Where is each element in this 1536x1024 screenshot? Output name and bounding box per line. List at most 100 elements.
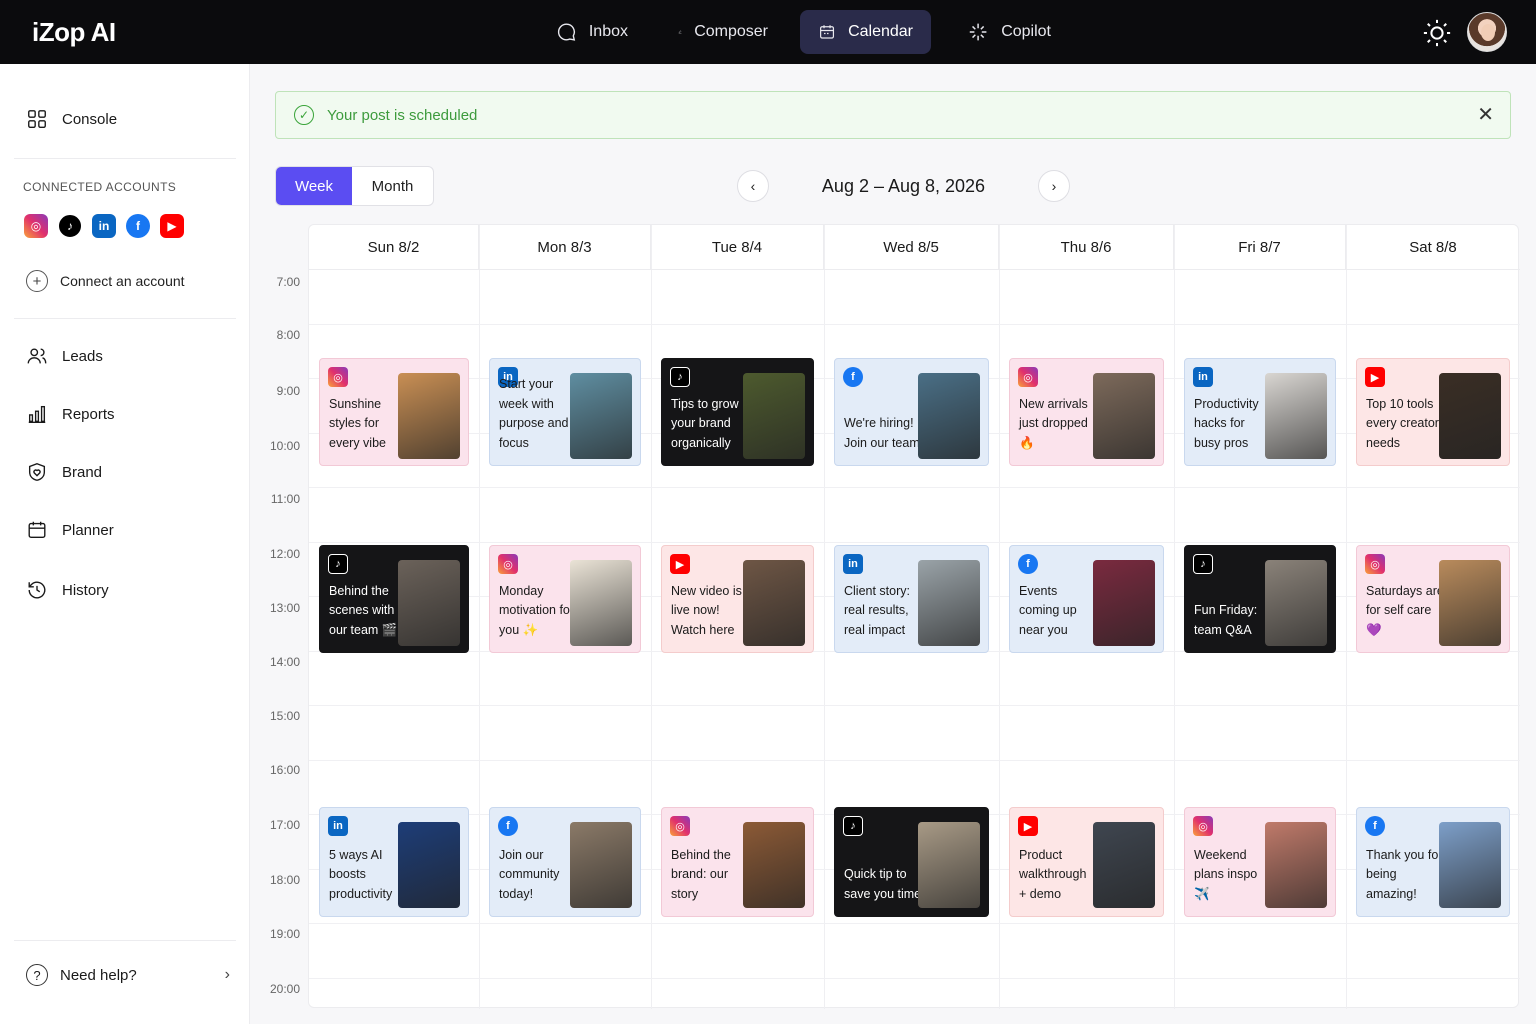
user-avatar[interactable] xyxy=(1467,12,1507,52)
post-caption: Quick tip to save you time xyxy=(844,867,922,901)
tiktok-icon[interactable]: ♪ xyxy=(58,214,82,238)
hour-line xyxy=(309,487,1520,488)
scheduled-banner: ✓ Your post is scheduled ✕ xyxy=(275,91,1511,139)
close-icon[interactable]: ✕ xyxy=(1477,105,1494,125)
scheduled-post-card[interactable]: ◎ Sunshine styles for every vibe xyxy=(319,358,469,466)
linkedin-icon: in xyxy=(328,816,348,836)
time-label: 7:00 xyxy=(276,275,300,289)
scheduled-post-card[interactable]: f Thank you for being amazing! xyxy=(1356,807,1510,917)
scheduled-post-card[interactable]: ♪ Fun Friday: team Q&A xyxy=(1184,545,1336,653)
instagram-icon: ◎ xyxy=(1365,554,1385,574)
post-caption: Sunshine styles for every vibe xyxy=(329,396,386,450)
app-logo[interactable]: iZop AI xyxy=(32,17,116,48)
scheduled-post-card[interactable]: in Start your week with purpose and focus xyxy=(489,358,641,466)
scheduled-post-card[interactable]: ♪ Quick tip to save you time xyxy=(834,807,989,917)
chevron-right-icon: › xyxy=(1051,178,1057,194)
week-view-button[interactable]: Week xyxy=(276,167,352,205)
nav-calendar[interactable]: Calendar xyxy=(800,10,931,54)
post-thumbnail xyxy=(918,822,980,908)
sidebar-item-console[interactable]: Console xyxy=(26,108,117,130)
grid-icon xyxy=(28,110,46,128)
scheduled-post-card[interactable]: ◎ Saturdays are for self care 💜 xyxy=(1356,545,1510,653)
previous-week-button[interactable]: ‹ xyxy=(737,170,769,202)
view-toggle: Week Month xyxy=(275,166,434,206)
date-range-label: Aug 2 – Aug 8, 2026 xyxy=(821,176,986,196)
time-label: 10:00 xyxy=(269,439,300,453)
need-help-button[interactable]: ? Need help? › xyxy=(26,964,230,986)
day-header[interactable]: Sun 8/2 xyxy=(309,225,479,269)
sidebar-item-brand[interactable]: Brand xyxy=(26,461,102,483)
time-label: 12:00 xyxy=(269,547,300,561)
scheduled-post-card[interactable]: ♪ Tips to grow your brand organically xyxy=(661,358,814,466)
scheduled-post-card[interactable]: ♪ Behind the scenes with our team 🎬 xyxy=(319,545,469,653)
time-label: 19:00 xyxy=(269,927,300,941)
month-view-button[interactable]: Month xyxy=(352,167,433,205)
day-column-divider xyxy=(824,225,825,1009)
date-navigation: Aug 2 – Aug 8, 2026 ‹ › xyxy=(737,170,1070,202)
post-caption: Behind the brand: our story xyxy=(671,847,731,901)
next-week-button[interactable]: › xyxy=(1038,170,1070,202)
chevron-left-icon: ‹ xyxy=(750,178,756,194)
tiktok-icon: ♪ xyxy=(843,816,863,836)
youtube-icon: ▶ xyxy=(1018,816,1038,836)
nav-inbox-label: Inbox xyxy=(588,23,628,40)
post-caption: Top 10 tools every creator needs xyxy=(1366,396,1439,450)
instagram-icon[interactable]: ◎ xyxy=(24,214,48,238)
chat-bubble-icon xyxy=(557,23,576,41)
theme-toggle-button[interactable] xyxy=(1422,18,1452,48)
heart-shield-icon xyxy=(28,463,46,481)
youtube-icon[interactable]: ▶ xyxy=(160,214,184,238)
sidebar-item-leads[interactable]: Leads xyxy=(26,345,103,367)
scheduled-post-card[interactable]: in Productivity hacks for busy pros xyxy=(1184,358,1336,466)
hour-line xyxy=(309,977,1520,979)
scheduled-post-card[interactable]: ◎ New arrivals just dropped 🔥 xyxy=(1009,358,1164,466)
facebook-icon: f xyxy=(498,816,518,836)
day-header[interactable]: Fri 8/7 xyxy=(1174,225,1346,269)
sidebar: Console CONNECTED ACCOUNTS ◎ ♪ in f ▶ + … xyxy=(0,64,250,1024)
day-header[interactable]: Tue 8/4 xyxy=(651,225,824,269)
scheduled-post-card[interactable]: in 5 ways AI boosts productivity xyxy=(319,807,469,917)
scheduled-post-card[interactable]: ▶ Top 10 tools every creator needs xyxy=(1356,358,1510,466)
post-caption: New video is live now! Watch here xyxy=(671,583,742,637)
connect-account-button[interactable]: + Connect an account xyxy=(26,270,185,292)
time-label: 14:00 xyxy=(269,655,300,669)
nav-inbox[interactable]: Inbox xyxy=(538,10,646,54)
scheduled-post-card[interactable]: ◎ Monday motivation for you ✨ xyxy=(489,545,641,653)
scheduled-post-card[interactable]: in Client story: real results, real impac… xyxy=(834,545,989,653)
scheduled-post-card[interactable]: ◎ Behind the brand: our story xyxy=(661,807,814,917)
post-thumbnail xyxy=(1093,373,1155,459)
nav-calendar-label: Calendar xyxy=(848,23,913,40)
calendar-icon xyxy=(820,25,835,39)
sun-icon xyxy=(1423,19,1451,47)
scheduled-post-card[interactable]: f Join our community today! xyxy=(489,807,641,917)
instagram-icon: ◎ xyxy=(498,554,518,574)
sidebar-item-history[interactable]: History xyxy=(26,579,109,601)
post-thumbnail xyxy=(570,373,632,459)
nav-composer[interactable]: Composer xyxy=(660,10,786,54)
sidebar-item-label: Console xyxy=(62,110,118,128)
post-caption: Product walkthrough + demo xyxy=(1019,847,1087,901)
time-label: 8:00 xyxy=(276,328,300,342)
scheduled-post-card[interactable]: ▶ New video is live now! Watch here xyxy=(661,545,814,653)
scheduled-post-card[interactable]: ◎ Weekend plans inspo ✈️ xyxy=(1184,807,1336,917)
connect-account-label: Connect an account xyxy=(60,273,185,289)
scheduled-post-card[interactable]: f Events coming up near you xyxy=(1009,545,1164,653)
sidebar-item-planner[interactable]: Planner xyxy=(26,519,114,541)
post-thumbnail xyxy=(1439,373,1501,459)
day-header[interactable]: Wed 8/5 xyxy=(824,225,999,269)
time-label: 16:00 xyxy=(269,763,300,777)
top-bar: iZop AI Inbox Composer Calendar Copilot xyxy=(0,0,1536,64)
facebook-icon[interactable]: f xyxy=(126,214,150,238)
linkedin-icon[interactable]: in xyxy=(92,214,116,238)
scheduled-post-card[interactable]: f We're hiring! Join our team xyxy=(834,358,989,466)
day-header[interactable]: Mon 8/3 xyxy=(479,225,651,269)
post-thumbnail xyxy=(398,373,460,459)
nav-copilot[interactable]: Copilot xyxy=(949,10,1069,54)
day-header[interactable]: Thu 8/6 xyxy=(999,225,1174,269)
day-header[interactable]: Sat 8/8 xyxy=(1346,225,1520,269)
hour-line xyxy=(309,323,1520,325)
day-column-divider xyxy=(1346,225,1347,1009)
scheduled-post-card[interactable]: ▶ Product walkthrough + demo xyxy=(1009,807,1164,917)
time-label: 11:00 xyxy=(270,492,300,506)
sidebar-item-reports[interactable]: Reports xyxy=(26,403,115,425)
